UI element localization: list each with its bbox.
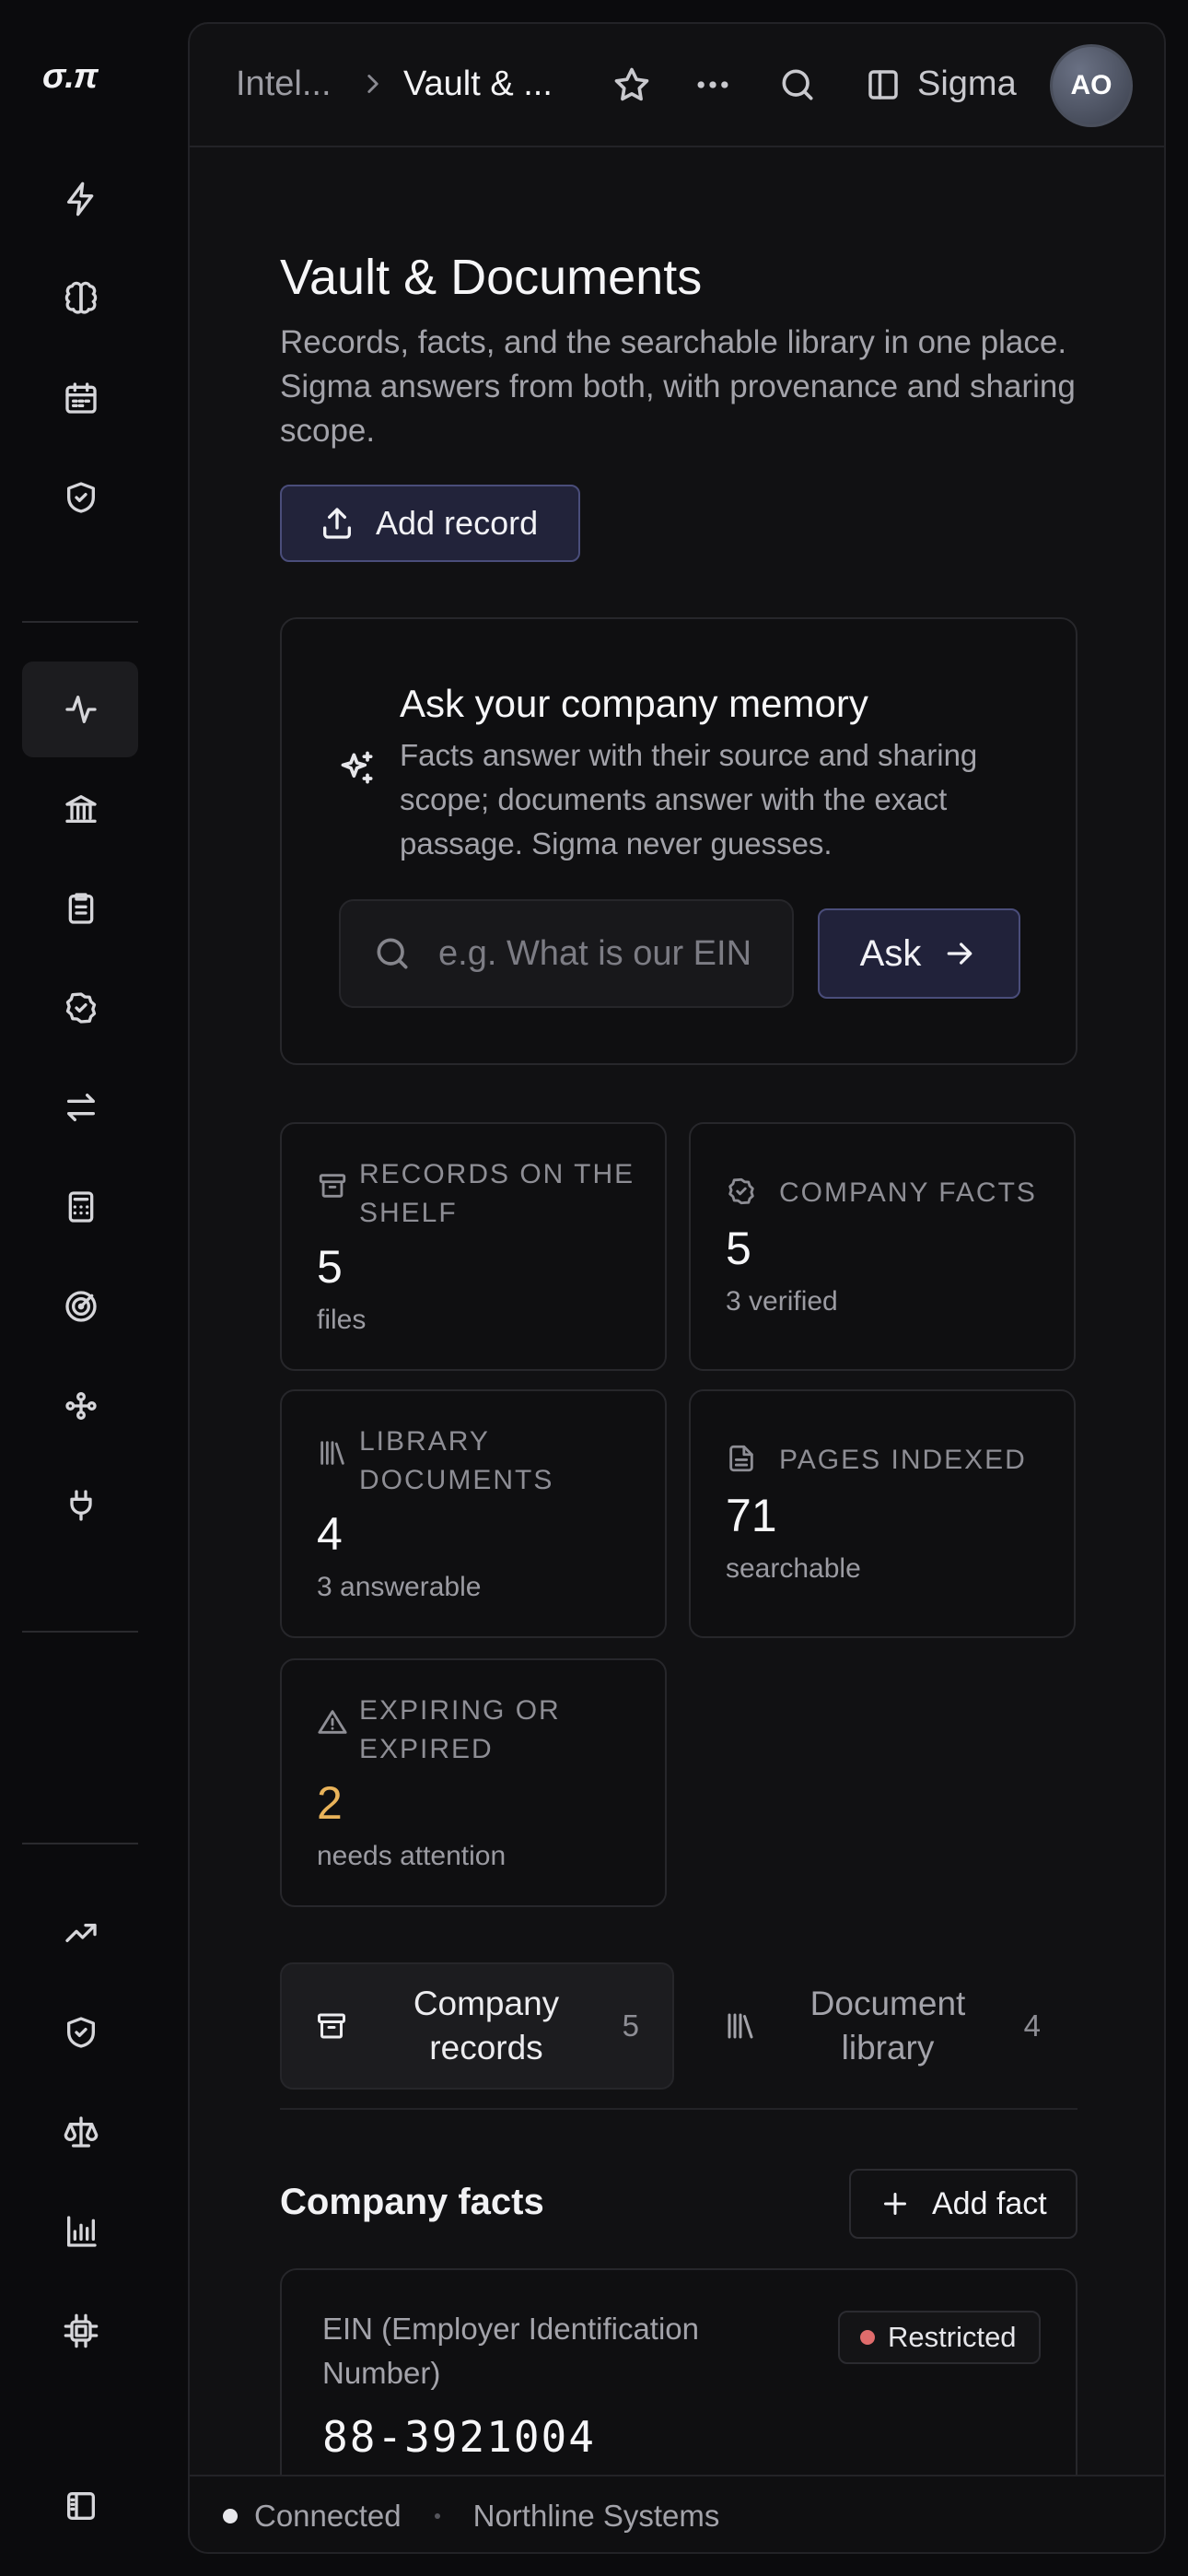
stat-sub: searchable [726,1553,861,1584]
breadcrumb-parent[interactable]: Intel... [236,64,332,104]
add-fact-button[interactable]: Add fact [849,2169,1077,2239]
stat-value: 4 [317,1508,343,1560]
badge-check-icon[interactable] [22,960,138,1056]
status-bar: Connected Northline Systems [190,2475,1164,2552]
tab-label: Company records [413,1985,560,2067]
left-rail: σ.π [0,0,147,2576]
separator-dot [434,2513,440,2519]
stat-facts[interactable]: Company facts 5 3 verified [689,1122,1076,1371]
stat-value: 2 [317,1777,343,1829]
stat-sub: files [317,1305,367,1335]
stat-label: Records on the shelf [359,1159,635,1228]
brain-icon[interactable] [22,251,138,346]
ask-button-label: Ask [859,932,922,974]
upload-icon [323,508,351,539]
ask-title: Ask your company memory [400,682,868,725]
add-record-label: Add record [376,504,539,542]
rail-divider [22,621,138,623]
stat-sub: 3 verified [726,1286,838,1317]
activity-icon[interactable] [22,662,138,757]
library-icon [317,1437,348,1469]
chip-icon[interactable] [22,2283,138,2379]
stat-sub: needs attention [317,1841,507,1871]
badge-label: Restricted [888,2321,1017,2353]
sidebar-toggle-icon[interactable] [22,2458,138,2554]
stat-label: Company facts [779,1177,1037,1208]
ask-button[interactable]: Ask [818,908,1020,999]
facts-section-title: Company facts [280,2182,544,2222]
stat-sub: 3 answerable [317,1572,482,1602]
stat-library[interactable]: Library documents 4 3 answerable [280,1389,667,1638]
org-name[interactable]: Northline Systems [473,2499,720,2534]
tab-company-records[interactable]: Company records 5 [280,1962,674,2090]
connection-status: Connected [254,2499,402,2533]
search-icon[interactable] [777,64,820,107]
target-icon[interactable] [22,1259,138,1354]
tab-document-library[interactable]: Document library 4 [689,1962,1077,2090]
avatar[interactable]: AO [1050,44,1133,127]
rail-divider [22,1843,138,1844]
status-badge: Restricted [838,2311,1041,2364]
page-title: Vault & Documents [280,250,703,305]
calculator-icon[interactable] [22,1159,138,1255]
stat-value: 5 [726,1223,751,1274]
add-fact-label: Add fact [932,2185,1047,2221]
clipboard-icon[interactable] [22,861,138,956]
calendar-icon[interactable] [22,350,138,446]
fact-label: EIN (Employer Identification Number) [322,2312,700,2390]
stat-records[interactable]: Records on the shelf 5 files [280,1122,667,1371]
stat-label: Pages indexed [779,1445,1027,1475]
page-description: Records, facts, and the searchable libra… [280,324,1076,449]
app-logo[interactable]: σ.π [42,57,99,97]
ask-memory-card: Ask your company memory Facts answer wit… [280,617,1077,1065]
vault-tabs: Company records 5 Document library 4 [280,1962,1077,2110]
fact-value: 88-3921004 [322,2412,596,2462]
sigma-label: Sigma [917,64,1017,103]
stat-label: Expiring or expired [359,1695,561,1764]
ask-search-box[interactable] [339,899,794,1008]
plug-icon[interactable] [22,1458,138,1553]
tab-count: 4 [1023,2008,1041,2043]
alert-triangle-icon [317,1706,348,1738]
badge-check-icon [726,1176,757,1207]
archive-icon [317,1170,348,1201]
stat-value: 5 [317,1241,343,1293]
connection-dot [223,2509,238,2523]
stat-label: Library documents [359,1426,554,1495]
scale-icon[interactable] [22,2084,138,2180]
bank-icon[interactable] [22,761,138,857]
star-icon[interactable] [611,64,654,107]
chevron-right-icon [357,68,389,100]
stat-pages[interactable]: Pages indexed 71 searchable [689,1389,1076,1638]
arrow-right-icon [948,943,973,965]
main-panel: Intel... Vault & ... Sigma AO Vault & Do… [188,22,1166,2554]
plus-icon [884,2193,906,2215]
tab-count: 5 [622,2008,639,2043]
bolt-icon[interactable] [22,151,138,247]
sigma-panel-button[interactable]: Sigma [864,64,1017,104]
more-horizontal-icon[interactable] [693,64,735,107]
ask-description: Facts answer with their source and shari… [400,738,978,861]
stat-value: 71 [726,1490,777,1541]
shield-check-icon[interactable] [22,1985,138,2080]
library-icon [728,2013,753,2039]
workflow-icon[interactable] [22,1358,138,1454]
rail-divider [22,1631,138,1633]
shield-check-icon[interactable] [22,450,138,545]
top-bar: Intel... Vault & ... Sigma AO [190,24,1164,147]
breadcrumb-current: Vault & ... [403,64,553,103]
archive-icon [318,2013,345,2039]
sparkles-icon [337,748,378,789]
trending-up-icon[interactable] [22,1885,138,1981]
add-record-button[interactable]: Add record [280,485,580,562]
stat-expiring[interactable]: Expiring or expired 2 needs attention [280,1658,667,1907]
file-text-icon [726,1443,757,1474]
tab-label: Document library [809,1985,966,2067]
search-icon [377,938,408,969]
bar-chart-icon[interactable] [22,2184,138,2279]
ask-input[interactable] [438,933,751,974]
panel-right-icon [868,69,898,100]
arrows-exchange-icon[interactable] [22,1060,138,1155]
status-dot [860,2330,875,2345]
